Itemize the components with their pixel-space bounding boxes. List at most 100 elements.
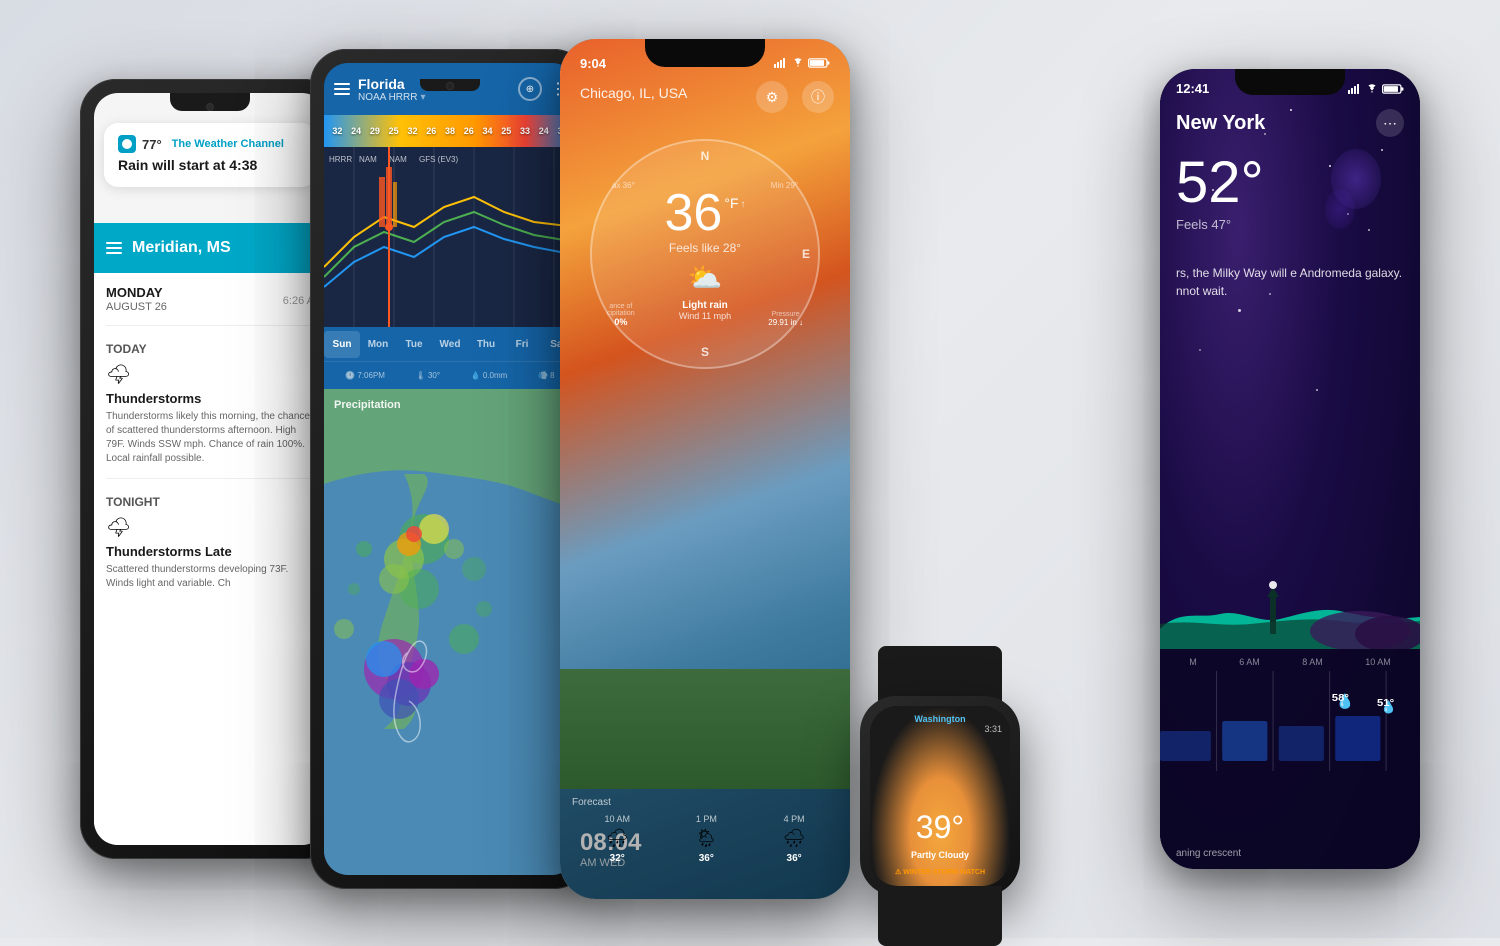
info-button[interactable]: ⓘ	[802, 81, 834, 113]
fc-icon-2: 🌧	[783, 828, 806, 849]
condition-label: Light rain	[665, 300, 746, 311]
wc-content-area: MONDAY AUGUST 26 6:26 A TODAY 🌩 Thunders…	[94, 273, 326, 845]
notif-title: Rain will start at 4:38	[118, 157, 302, 173]
p5-label-10am: 10 AM	[1365, 657, 1391, 667]
radar-model: NOAA HRRR	[358, 92, 417, 103]
status-time: 9:04	[580, 56, 606, 71]
tab-thu[interactable]: Thu	[468, 331, 504, 358]
fc-icon-1: 🌦	[695, 828, 718, 849]
phone-compass-weather: 9:04	[560, 39, 850, 899]
compass-north: N	[701, 149, 710, 163]
notification-card: 77° The Weather Channel Rain will start …	[104, 123, 316, 187]
wc-today-section: TODAY 🌩 Thunderstorms Thunderstorms like…	[106, 342, 314, 466]
p5-status-icons	[1348, 84, 1404, 94]
p5-feels-like: Feels 47°	[1176, 217, 1231, 232]
cloud-icon: ⛅	[665, 261, 746, 294]
signal-icon	[774, 58, 788, 68]
p5-wifi-icon	[1366, 84, 1378, 94]
main-temperature: 36	[665, 187, 723, 239]
wc-tonight-label: TONIGHT	[106, 495, 314, 509]
p5-time-labels: M 6 AM 8 AM 10 AM	[1160, 649, 1420, 667]
alert-text: WINTER STORM WATCH	[903, 869, 985, 876]
svg-text:51°: 51°	[1377, 698, 1394, 709]
wc-tonight-section: TONIGHT 🌩 Thunderstorms Late Scattered t…	[106, 495, 314, 591]
map-type-label: Precipitation	[334, 399, 401, 411]
notif-app-name: The Weather Channel	[172, 138, 284, 150]
warning-icon: ⚠	[895, 868, 901, 876]
tab-wed[interactable]: Wed	[432, 331, 468, 358]
radar-precip-item: 💧 0.0mm	[471, 371, 507, 380]
forecast-item-0: 10 AM 🌧 32°	[604, 814, 630, 864]
phone-weather-channel: 77° The Weather Channel Rain will start …	[80, 79, 340, 859]
share-icon[interactable]: ↑	[741, 199, 746, 210]
radar-precip: 0.0mm	[483, 371, 507, 380]
watch-frame: Washington 3:31 39° Partly Cloudy ⚠ WINT…	[860, 696, 1020, 896]
watch-condition: Partly Cloudy	[870, 850, 1010, 860]
p5-more-button[interactable]: ⋯	[1376, 109, 1404, 137]
wind-label: Wind 11 mph	[665, 311, 746, 321]
battery-icon	[808, 58, 830, 68]
forecast-items: 10 AM 🌧 32° 1 PM 🌦 36° 4 PM 🌧 36°	[572, 814, 838, 864]
tab-fri[interactable]: Fri	[504, 331, 540, 358]
precip-display: ance of cipitation 0%	[607, 303, 635, 327]
wifi-icon	[792, 58, 804, 68]
compass-widget: N S E ax 36° Min 29° ance of cipitation …	[590, 139, 820, 369]
tab-tue[interactable]: Tue	[396, 331, 432, 358]
radar-compass-btn[interactable]: ⊕	[518, 77, 542, 101]
radar-wind-item: 💨 8	[538, 371, 554, 380]
pressure-display: Pressure 29.91 in ↓	[768, 311, 803, 327]
p5-story-text: rs, the Milky Way will e Andromeda galax…	[1176, 264, 1404, 300]
p5-timeline-area: M 6 AM 8 AM 10 AM	[1160, 649, 1420, 869]
p5-chart: 💧 💧 58° 51°	[1160, 671, 1420, 771]
fc-time-2: 4 PM	[783, 814, 806, 824]
settings-button[interactable]: ⚙	[756, 81, 788, 113]
wc-app-header: Meridian, MS	[94, 223, 326, 273]
compass-east: E	[802, 247, 810, 261]
radar-wind: 8	[550, 371, 554, 380]
radar-menu-icon[interactable]	[334, 83, 350, 95]
radar-map-area[interactable]: Precipitation	[324, 389, 576, 875]
fc-time-1: 1 PM	[695, 814, 718, 824]
watch-time: 3:31	[984, 724, 1002, 734]
svg-text:HRRR: HRRR	[329, 155, 352, 164]
p5-label-m: M	[1189, 657, 1197, 667]
p5-temperature: 52°	[1176, 149, 1264, 216]
max-temp-display: ax 36°	[612, 181, 635, 190]
fc-icon-0: 🌧	[604, 828, 630, 849]
p5-signal-icon	[1348, 84, 1362, 94]
radar-temp-item: 🌡 30°	[416, 371, 440, 380]
p5-battery-icon	[1382, 84, 1404, 94]
action-buttons[interactable]: ⚙ ⓘ	[756, 81, 834, 113]
phone-radar-map: Florida NOAA HRRR ▾ ⊕ ⋮ 32 24 29 25 32	[310, 49, 590, 889]
main-scene: 77° The Weather Channel Rain will start …	[0, 0, 1500, 938]
wc-today-icon: 🌩	[106, 362, 314, 387]
forecast-item-2: 4 PM 🌧 36°	[783, 814, 806, 864]
hamburger-icon[interactable]	[106, 242, 122, 254]
radar-time: 7:06PM	[357, 371, 385, 380]
weather-chart-area: HRRR NAM NAM GFS (EV3) 20 10 40 20	[324, 147, 576, 327]
wc-city-label: Meridian, MS	[132, 239, 231, 257]
city-name: Chicago, IL, USA	[580, 85, 687, 101]
tab-sun[interactable]: Sun	[324, 331, 360, 358]
max-temp-label: ax 36°	[612, 181, 635, 190]
wc-tonight-desc: Scattered thunderstorms developing 73F. …	[106, 563, 314, 591]
watch-band-bottom	[878, 886, 1002, 946]
p5-label-6am: 6 AM	[1239, 657, 1260, 667]
p5-crescent-label: aning crescent	[1176, 848, 1241, 859]
temp-gradient-bar: 32 24 29 25 32 26 38 26 34 25 33 24 32	[324, 115, 576, 147]
phone-night-sky: 12:41	[1160, 69, 1420, 869]
temp-unit: °F	[724, 195, 738, 211]
svg-text:NAM: NAM	[359, 155, 377, 164]
wc-tonight-icon: 🌩	[106, 515, 314, 540]
timeline-day-tabs[interactable]: Sun Mon Tue Wed Thu Fri Sat	[324, 327, 576, 361]
tab-mon[interactable]: Mon	[360, 331, 396, 358]
phone5-notch	[1235, 69, 1345, 95]
svg-text:58°: 58°	[1332, 693, 1349, 704]
feels-like: Feels like 28°	[665, 241, 746, 255]
radar-temp: 30°	[428, 371, 440, 380]
forecast-item-1: 1 PM 🌦 36°	[695, 814, 718, 864]
nebula-2	[1325, 189, 1355, 229]
compass-center-data: 36 °F ↑ Feels like 28° ⛅ Light rain Wind…	[665, 187, 746, 321]
p5-city-name: New York	[1176, 112, 1265, 135]
apple-watch: Washington 3:31 39° Partly Cloudy ⚠ WINT…	[860, 696, 1020, 896]
